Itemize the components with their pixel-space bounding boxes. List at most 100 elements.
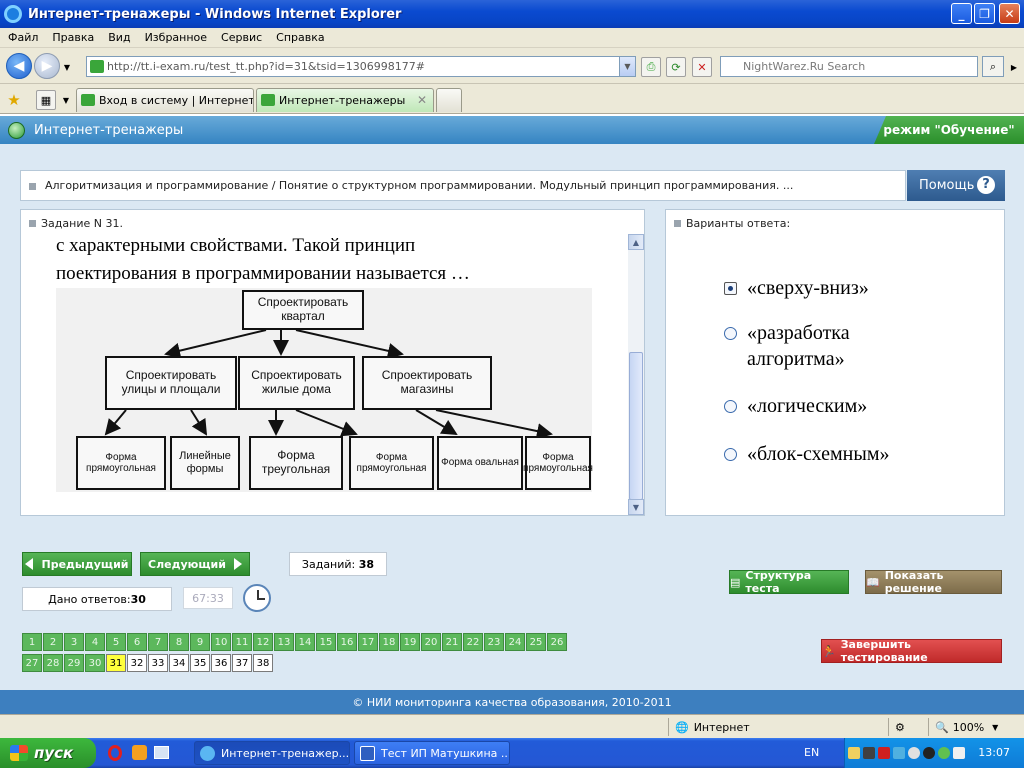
close-tab-icon[interactable]: ✕ <box>417 93 427 107</box>
question-nav-38[interactable]: 38 <box>253 654 273 672</box>
question-nav-37[interactable]: 37 <box>232 654 252 672</box>
taskbar-item-word[interactable]: Тест ИП Матушкина ... <box>354 741 510 765</box>
tab-trainers[interactable]: Интернет-тренажеры ✕ <box>256 88 434 112</box>
radio-icon[interactable] <box>724 327 737 340</box>
question-nav-7[interactable]: 7 <box>148 633 168 651</box>
close-button[interactable]: ✕ <box>999 3 1020 24</box>
radio-icon[interactable] <box>724 400 737 413</box>
menu-view[interactable]: Вид <box>108 31 130 44</box>
show-solution-button[interactable]: 📖 Показать решение <box>865 569 1002 595</box>
question-nav-21[interactable]: 21 <box>442 633 462 651</box>
question-nav-35[interactable]: 35 <box>190 654 210 672</box>
tray-network-icon[interactable] <box>848 747 860 759</box>
scroll-up-icon[interactable]: ▲ <box>628 234 644 250</box>
zoom-dropdown-icon[interactable]: ▼ <box>992 723 998 732</box>
stop-icon[interactable]: ✕ <box>692 57 712 77</box>
new-tab-button[interactable] <box>436 88 462 112</box>
protected-mode-icon[interactable]: ⚙ <box>888 718 924 736</box>
question-nav-22[interactable]: 22 <box>463 633 483 651</box>
tray-connection-icon[interactable] <box>893 747 905 759</box>
question-nav-31[interactable]: 31 <box>106 654 126 672</box>
search-input[interactable]: NightWarez.Ru Search <box>720 56 978 77</box>
question-nav-34[interactable]: 34 <box>169 654 189 672</box>
question-nav-25[interactable]: 25 <box>526 633 546 651</box>
show-desktop-icon[interactable] <box>154 746 169 759</box>
question-nav-17[interactable]: 17 <box>358 633 378 651</box>
next-button[interactable]: Следующий <box>140 552 250 576</box>
question-nav-1[interactable]: 1 <box>22 633 42 651</box>
question-nav-13[interactable]: 13 <box>274 633 294 651</box>
tab-login[interactable]: Вход в систему | Интернет-... <box>76 88 254 112</box>
question-nav-11[interactable]: 11 <box>232 633 252 651</box>
tray-media-icon[interactable] <box>923 747 935 759</box>
finish-button[interactable]: 🏃 Завершить тестирование <box>821 638 1002 664</box>
question-nav-33[interactable]: 33 <box>148 654 168 672</box>
refresh-icon[interactable]: ⟳ <box>666 57 686 77</box>
question-nav-6[interactable]: 6 <box>127 633 147 651</box>
menu-help[interactable]: Справка <box>276 31 324 44</box>
start-button[interactable]: пуск <box>0 738 96 768</box>
radio-selected-icon[interactable] <box>724 282 737 295</box>
question-nav-20[interactable]: 20 <box>421 633 441 651</box>
back-button[interactable]: ◀ <box>6 53 32 79</box>
maximize-button[interactable]: ❐ <box>974 3 995 24</box>
question-nav-15[interactable]: 15 <box>316 633 336 651</box>
quick-tabs-icon[interactable]: ▦ <box>36 90 56 110</box>
question-nav-29[interactable]: 29 <box>64 654 84 672</box>
answer-option[interactable]: «сверху-вниз» <box>724 275 869 301</box>
answer-option[interactable]: «логическим» <box>724 393 867 419</box>
firefox-icon[interactable] <box>132 745 147 760</box>
language-indicator[interactable]: EN <box>804 746 819 759</box>
taskbar-item-ie[interactable]: Интернет-тренажер... <box>194 741 350 765</box>
tab-list-icon[interactable]: ▼ <box>60 90 72 110</box>
answer-option[interactable]: «блок-схемным» <box>724 441 889 467</box>
question-nav-12[interactable]: 12 <box>253 633 273 651</box>
scroll-down-icon[interactable]: ▼ <box>628 499 644 515</box>
structure-button[interactable]: ▤ Структура теста <box>729 569 849 595</box>
question-nav-26[interactable]: 26 <box>547 633 567 651</box>
menu-file[interactable]: Файл <box>8 31 38 44</box>
search-options-icon[interactable]: ▶ <box>1008 57 1020 77</box>
question-nav-36[interactable]: 36 <box>211 654 231 672</box>
opera-icon[interactable] <box>108 745 122 761</box>
question-nav-3[interactable]: 3 <box>64 633 84 651</box>
question-nav-23[interactable]: 23 <box>484 633 504 651</box>
question-nav-19[interactable]: 19 <box>400 633 420 651</box>
favorites-star-icon[interactable]: ★ <box>4 90 24 110</box>
question-nav-32[interactable]: 32 <box>127 654 147 672</box>
compatibility-icon[interactable]: ⎙ <box>641 57 661 77</box>
question-nav-5[interactable]: 5 <box>106 633 126 651</box>
question-nav-30[interactable]: 30 <box>85 654 105 672</box>
question-nav-18[interactable]: 18 <box>379 633 399 651</box>
forward-button[interactable]: ▶ <box>34 53 60 79</box>
question-nav-27[interactable]: 27 <box>22 654 42 672</box>
question-nav-4[interactable]: 4 <box>85 633 105 651</box>
help-button[interactable]: Помощь ? <box>907 170 1005 201</box>
tray-volume-icon[interactable] <box>908 747 920 759</box>
menu-favorites[interactable]: Избранное <box>145 31 207 44</box>
question-nav-28[interactable]: 28 <box>43 654 63 672</box>
menu-edit[interactable]: Правка <box>52 31 94 44</box>
prev-button[interactable]: Предыдущий <box>22 552 132 576</box>
tray-update-icon[interactable] <box>938 747 950 759</box>
question-nav-10[interactable]: 10 <box>211 633 231 651</box>
answer-option[interactable]: «разработка алгоритма» <box>724 320 924 372</box>
menu-tools[interactable]: Сервис <box>221 31 262 44</box>
zoom-control[interactable]: 🔍 100% ▼ <box>928 718 1018 736</box>
question-nav-2[interactable]: 2 <box>43 633 63 651</box>
minimize-button[interactable]: _ <box>951 3 972 24</box>
question-nav-9[interactable]: 9 <box>190 633 210 651</box>
question-nav-14[interactable]: 14 <box>295 633 315 651</box>
question-nav-24[interactable]: 24 <box>505 633 525 651</box>
url-dropdown-icon[interactable]: ▼ <box>619 57 635 76</box>
radio-icon[interactable] <box>724 448 737 461</box>
scroll-thumb[interactable] <box>629 352 643 500</box>
history-dropdown-icon[interactable]: ▼ <box>61 57 73 77</box>
tray-app-icon[interactable] <box>863 747 875 759</box>
url-input[interactable]: http://tt.i-exam.ru/test_tt.php?id=31&ts… <box>86 56 636 77</box>
search-icon[interactable]: ⌕ <box>982 56 1004 77</box>
tray-doc-icon[interactable] <box>953 747 965 759</box>
question-nav-16[interactable]: 16 <box>337 633 357 651</box>
tray-antivirus-icon[interactable] <box>878 747 890 759</box>
task-scrollbar[interactable]: ▲ ▼ <box>628 234 644 515</box>
